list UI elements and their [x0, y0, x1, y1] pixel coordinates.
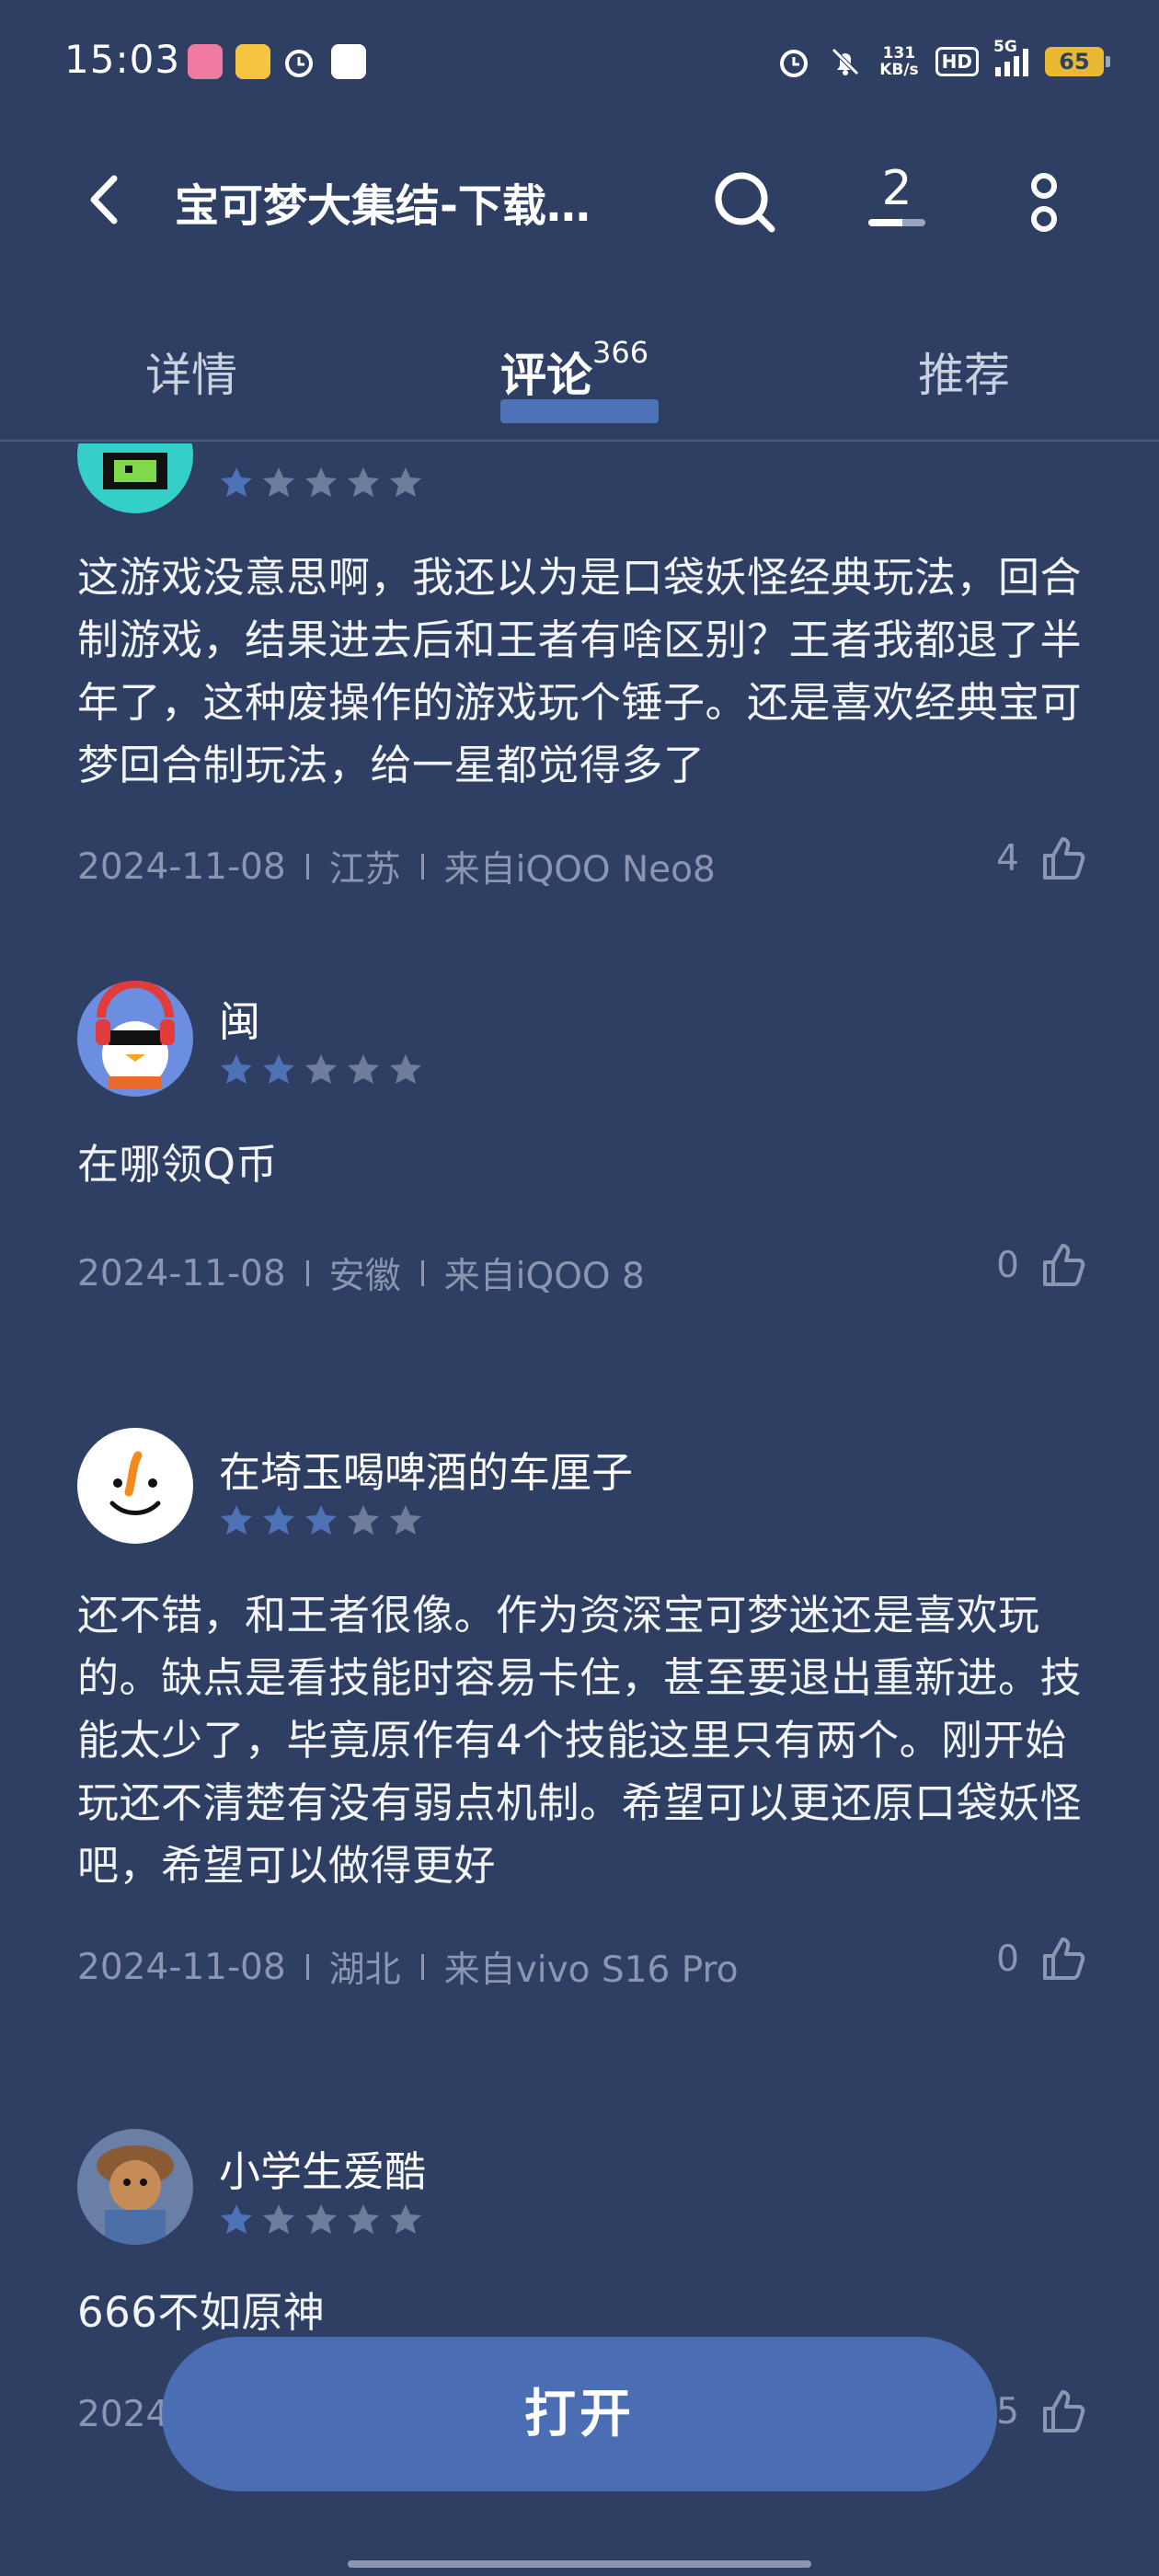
review-meta: 2024	[77, 2394, 168, 2435]
review-meta: 2024-11-08 湖北 来自vivo S16 Pro	[77, 1941, 739, 1993]
avatar[interactable]	[77, 981, 193, 1097]
review-text: 这游戏没意思啊，我还以为是口袋妖怪经典玩法，回合制游戏，结果进去后和王者有啥区别…	[77, 553, 1083, 789]
alarm-icon	[285, 50, 313, 77]
star-empty-icon	[348, 467, 379, 497]
review-meta: 2024-11-08 安徽 来自iQOO 8	[77, 1248, 645, 1299]
app-store-icon	[331, 44, 366, 79]
network-speed-value: 131	[882, 44, 916, 63]
weibo-icon	[235, 44, 270, 79]
review-text: 在哪领Q币	[77, 1140, 278, 1189]
star-rating	[219, 1503, 423, 1538]
avatar[interactable]	[77, 2129, 193, 2245]
star-empty-icon	[263, 2204, 294, 2234]
review-region: 安徽	[328, 1256, 401, 1297]
like-button[interactable]: 0	[996, 1240, 1089, 1290]
like-count: 5	[996, 2390, 1019, 2432]
bilibili-icon	[188, 44, 223, 79]
back-arrow-icon[interactable]	[74, 167, 138, 232]
tab-recommend-label: 推荐	[918, 349, 1010, 402]
star-rating	[219, 2202, 423, 2237]
review-device: 来自vivo S16 Pro	[443, 1949, 739, 1991]
star-empty-icon	[390, 2204, 421, 2234]
star-filled-icon	[263, 1505, 294, 1535]
signal-icon: 5G	[993, 38, 1028, 76]
like-button[interactable]: 5	[996, 2386, 1089, 2436]
review-device: 来自iQOO 8	[443, 1256, 645, 1297]
search-icon[interactable]	[708, 166, 782, 239]
mute-bell-icon	[832, 48, 859, 75]
review-item: 在埼玉喝啤酒的车厘子 还不错，和王者很像。作为资深宝可梦迷还是喜欢玩的。缺点是看…	[77, 1428, 1089, 1991]
review-date: 2024-11-08	[77, 845, 286, 888]
like-button[interactable]: 4	[996, 834, 1089, 883]
download-count-button[interactable]: 2	[860, 160, 934, 243]
star-filled-icon	[221, 1054, 252, 1084]
tab-details-label: 详情	[145, 349, 237, 402]
home-indicator[interactable]	[348, 2560, 811, 2568]
tab-recommend[interactable]: 推荐	[918, 339, 1010, 405]
hd-badge: HD	[935, 47, 979, 76]
star-filled-icon	[305, 1505, 337, 1535]
star-rating	[219, 466, 423, 500]
star-empty-icon	[348, 1054, 379, 1084]
like-count: 0	[996, 1938, 1019, 1980]
star-empty-icon	[263, 467, 294, 497]
thumbs-up-icon	[1043, 837, 1085, 880]
download-progress-bar	[868, 219, 925, 226]
tab-reviews[interactable]: 评论366	[500, 335, 648, 405]
open-app-button[interactable]: 打开	[162, 2337, 997, 2491]
network-speed: 131 KB/s	[879, 45, 918, 78]
reviewer-name[interactable]: 小学生爱酷	[219, 2138, 426, 2198]
tab-reviews-label: 评论	[500, 349, 592, 402]
star-empty-icon	[305, 467, 337, 497]
status-right: 131 KB/s HD 5G 65	[776, 38, 1110, 85]
thumbs-up-icon	[1043, 1244, 1085, 1286]
tab-bar: 详情 评论366 推荐	[0, 322, 1159, 442]
star-empty-icon	[305, 2204, 337, 2234]
star-filled-icon	[221, 2204, 252, 2234]
star-filled-icon	[221, 467, 252, 497]
like-count: 0	[996, 1244, 1019, 1286]
star-empty-icon	[390, 1054, 421, 1084]
review-date: 2024	[77, 2394, 169, 2435]
review-date: 2024-11-08	[77, 1946, 286, 1988]
page-title: 宝可梦大集结-下载…	[175, 180, 591, 232]
review-text: 还不错，和王者很像。作为资深宝可梦迷还是喜欢玩的。缺点是看技能时容易卡住，甚至要…	[77, 1591, 1083, 1890]
review-text: 666不如原神	[77, 2288, 326, 2337]
download-count: 2	[881, 161, 912, 216]
review-region: 江苏	[328, 849, 401, 891]
battery-indicator: 65	[1045, 47, 1110, 76]
avatar[interactable]	[77, 1428, 193, 1544]
title-bar: 宝可梦大集结-下载… 2	[0, 147, 1159, 258]
review-item: 闽 在哪领Q币 2024-11-08 安徽 来自iQOO 8 0	[77, 981, 1089, 1312]
reviewer-name[interactable]: 在埼玉喝啤酒的车厘子	[219, 1439, 633, 1499]
alarm-icon	[780, 50, 809, 77]
more-options-icon[interactable]	[1021, 166, 1067, 239]
review-device: 来自iQOO Neo8	[443, 849, 716, 891]
status-time: 15:03	[64, 37, 181, 82]
tab-details[interactable]: 详情	[145, 339, 237, 405]
network-speed-unit: KB/s	[879, 61, 919, 79]
review-item: 这游戏没意思啊，我还以为是口袋妖怪经典玩法，回合制游戏，结果进去后和王者有啥区别…	[77, 443, 1089, 891]
star-filled-icon	[221, 1505, 252, 1535]
star-empty-icon	[348, 1505, 379, 1535]
like-count: 4	[996, 837, 1019, 880]
review-meta: 2024-11-08 江苏 来自iQOO Neo8	[77, 841, 716, 892]
thumbs-up-icon	[1043, 1938, 1085, 1980]
review-date: 2024-11-08	[77, 1252, 286, 1294]
review-region: 湖北	[328, 1949, 401, 1991]
status-bar: 15:03 131 KB/s HD 5G 65	[0, 0, 1159, 129]
tab-active-indicator	[500, 399, 659, 423]
star-empty-icon	[348, 2204, 379, 2234]
star-filled-icon	[263, 1054, 294, 1084]
network-type: 5G	[993, 38, 1017, 56]
star-empty-icon	[390, 1505, 421, 1535]
reviewer-name[interactable]: 闽	[219, 988, 260, 1048]
star-empty-icon	[390, 467, 421, 497]
like-button[interactable]: 0	[996, 1934, 1089, 1984]
review-count-badge: 366	[592, 335, 649, 370]
star-empty-icon	[305, 1054, 337, 1084]
star-rating	[219, 1052, 423, 1087]
thumbs-up-icon	[1043, 2390, 1085, 2432]
